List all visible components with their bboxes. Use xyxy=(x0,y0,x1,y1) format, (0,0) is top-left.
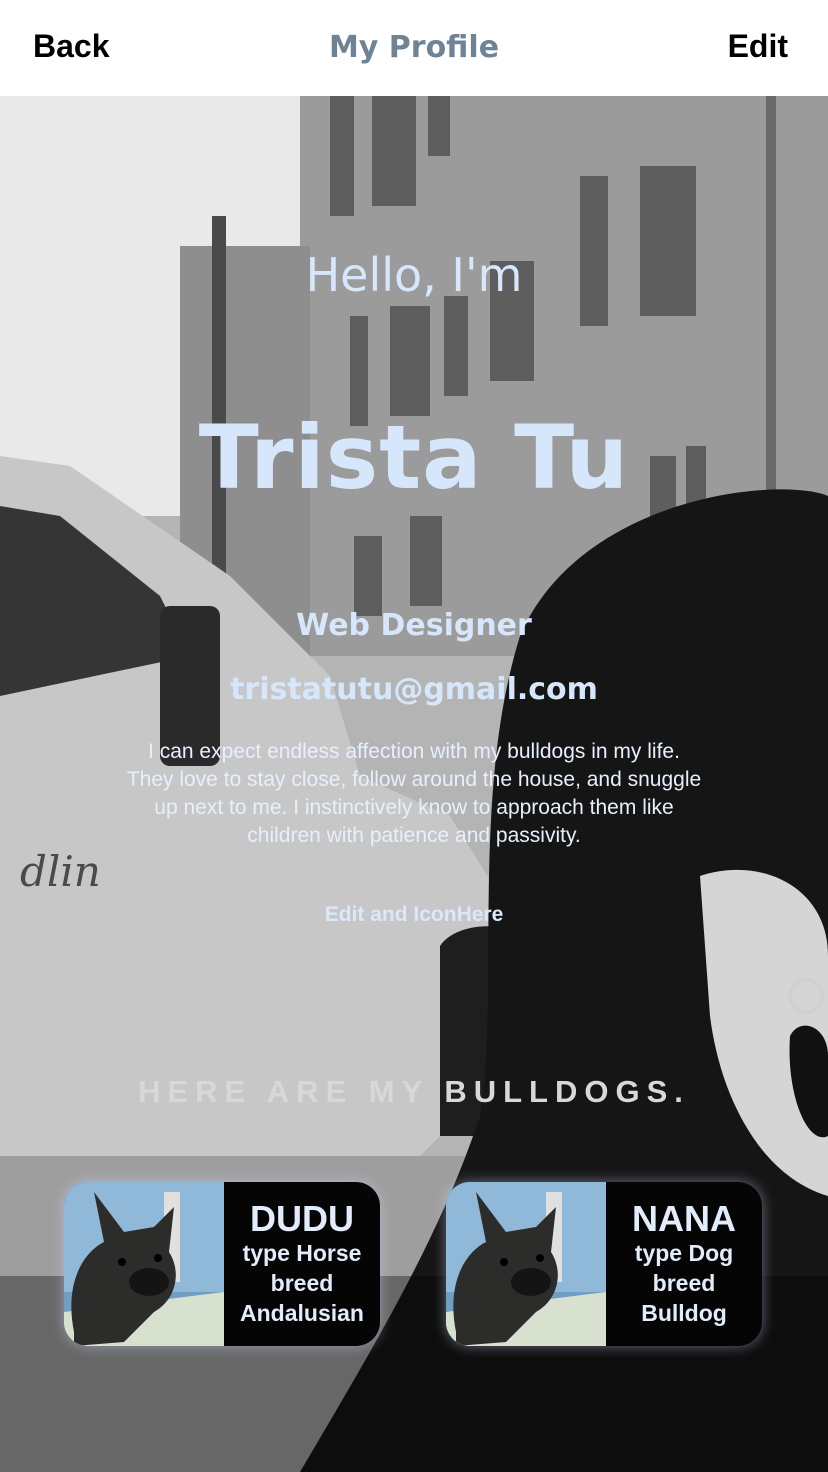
job-title: Web Designer xyxy=(296,608,532,643)
page-title: My Profile xyxy=(328,30,500,65)
edit-button[interactable]: Edit xyxy=(728,28,788,65)
greeting-text: Hello, I'm xyxy=(305,248,523,302)
profile-name: Trista Tu xyxy=(198,406,630,509)
dog-breed-label: breed xyxy=(652,1270,716,1296)
bulldogs-section-heading: HERE ARE MY BULLDOGS. xyxy=(138,1074,690,1109)
dog-breed: Bulldog xyxy=(641,1300,727,1326)
dog-photo xyxy=(446,1182,606,1346)
profile-hero: dlin Hello, I'm Trista Tu Web Designer t… xyxy=(0,96,828,1472)
dog-type: type Horse xyxy=(242,1240,362,1266)
svg-text:dlin: dlin xyxy=(20,847,101,896)
dog-info: NANA type Dog breed Bulldog xyxy=(606,1182,762,1346)
dog-type: type Dog xyxy=(634,1240,734,1266)
dog-name: DUDU xyxy=(250,1198,354,1239)
profile-bio: I can expect endless affection with my b… xyxy=(126,740,702,847)
dog-info: DUDU type Horse breed Andalusian xyxy=(224,1182,380,1346)
dog-breed: Andalusian xyxy=(240,1300,364,1326)
dog-card[interactable]: NANA type Dog breed Bulldog xyxy=(446,1182,762,1346)
top-navigation-bar: Back My Profile Edit xyxy=(0,0,828,96)
dog-card[interactable]: DUDU type Horse breed Andalusian xyxy=(64,1182,380,1346)
dog-photo xyxy=(64,1182,224,1346)
edit-icon-link[interactable]: Edit and IconHere xyxy=(0,903,828,927)
dog-breed-label: breed xyxy=(270,1270,334,1296)
email-link[interactable]: tristatutu@gmail.com xyxy=(0,672,828,707)
dog-name: NANA xyxy=(632,1198,736,1239)
